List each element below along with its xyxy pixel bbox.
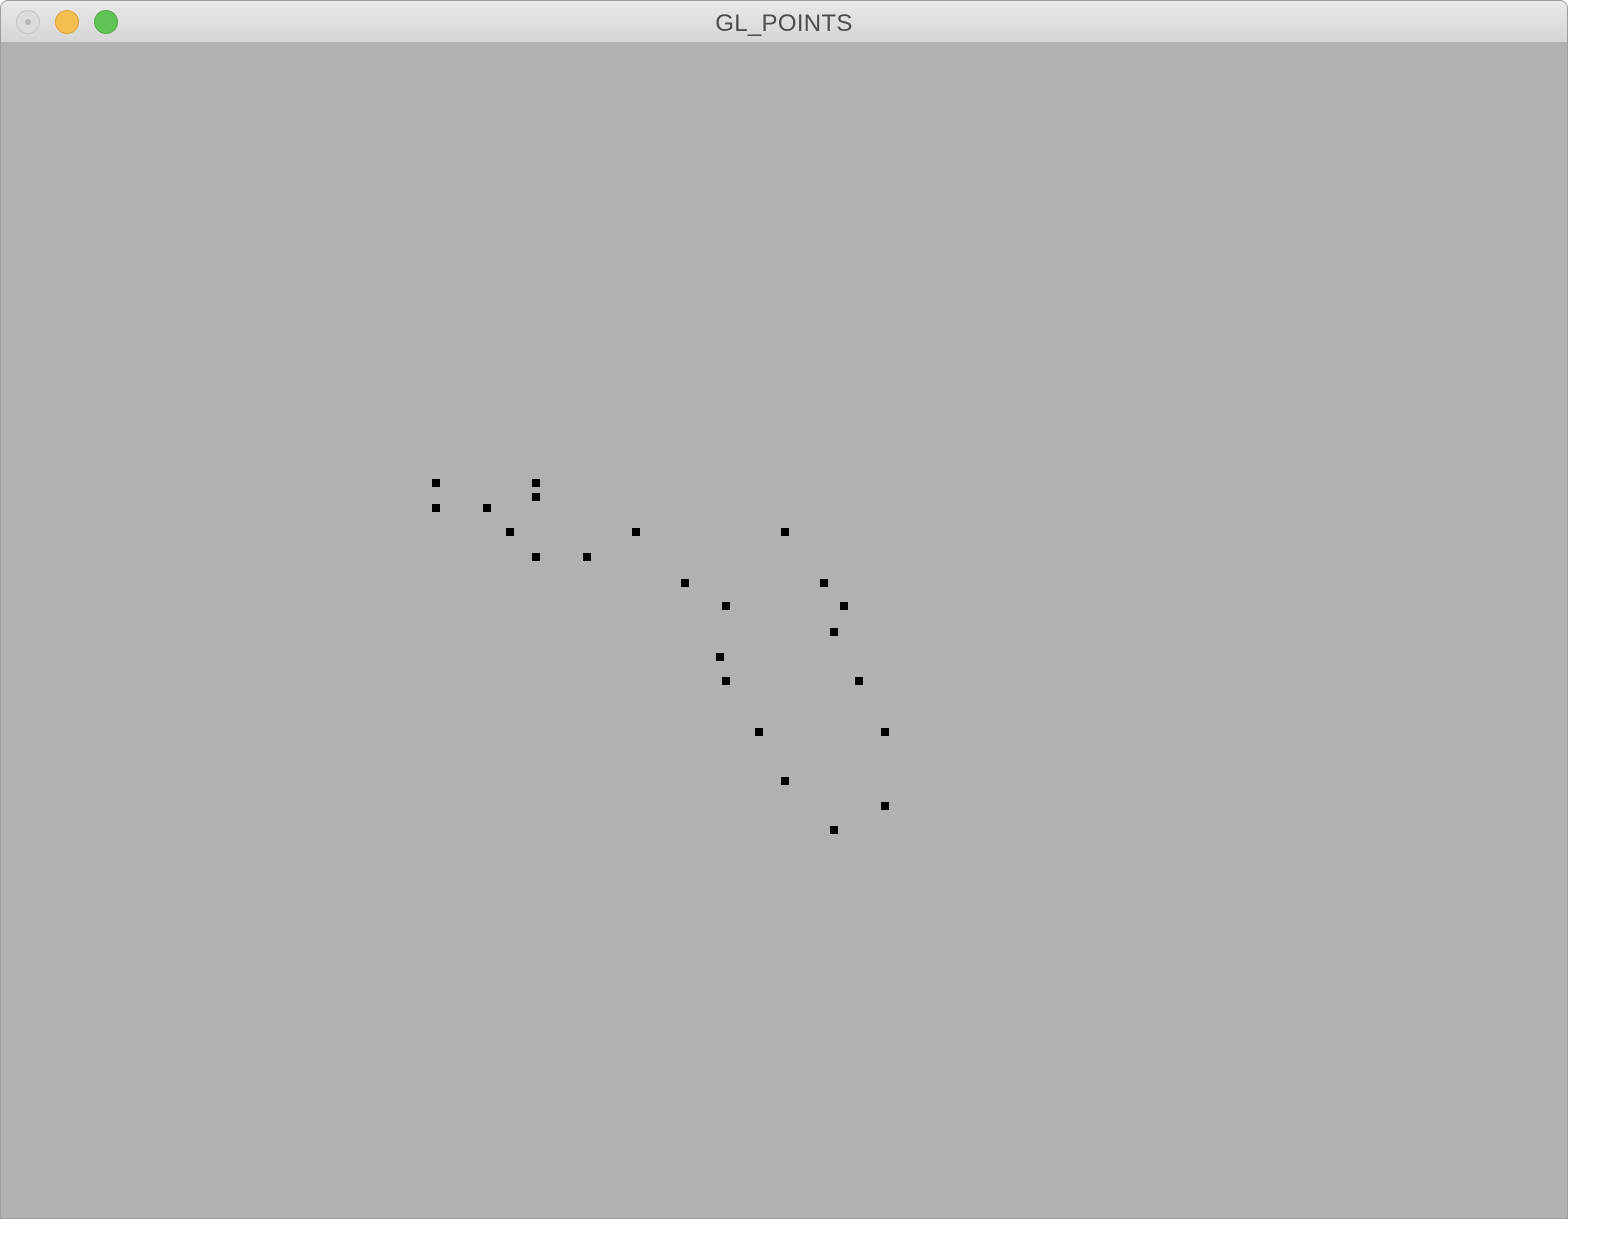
gl-point (881, 802, 889, 810)
app-window: GL_POINTS (0, 0, 1568, 1219)
gl-point (716, 653, 724, 661)
gl-point (532, 553, 540, 561)
window-title: GL_POINTS (715, 10, 853, 37)
gl-point (583, 553, 591, 561)
gl-canvas[interactable] (1, 43, 1567, 1218)
gl-point (781, 777, 789, 785)
gl-point (506, 528, 514, 536)
title-bar[interactable]: GL_POINTS (1, 1, 1567, 43)
gl-point (722, 677, 730, 685)
gl-point (755, 728, 763, 736)
gl-point (681, 579, 689, 587)
gl-point (781, 528, 789, 536)
gl-point (830, 628, 838, 636)
gl-point (820, 579, 828, 587)
gl-point (830, 826, 838, 834)
gl-point (855, 677, 863, 685)
gl-point (532, 493, 540, 501)
gl-point (432, 504, 440, 512)
gl-point (432, 479, 440, 487)
gl-point (722, 602, 730, 610)
gl-point (532, 479, 540, 487)
gl-point (881, 728, 889, 736)
gl-point (632, 528, 640, 536)
gl-point (840, 602, 848, 610)
gl-point (483, 504, 491, 512)
